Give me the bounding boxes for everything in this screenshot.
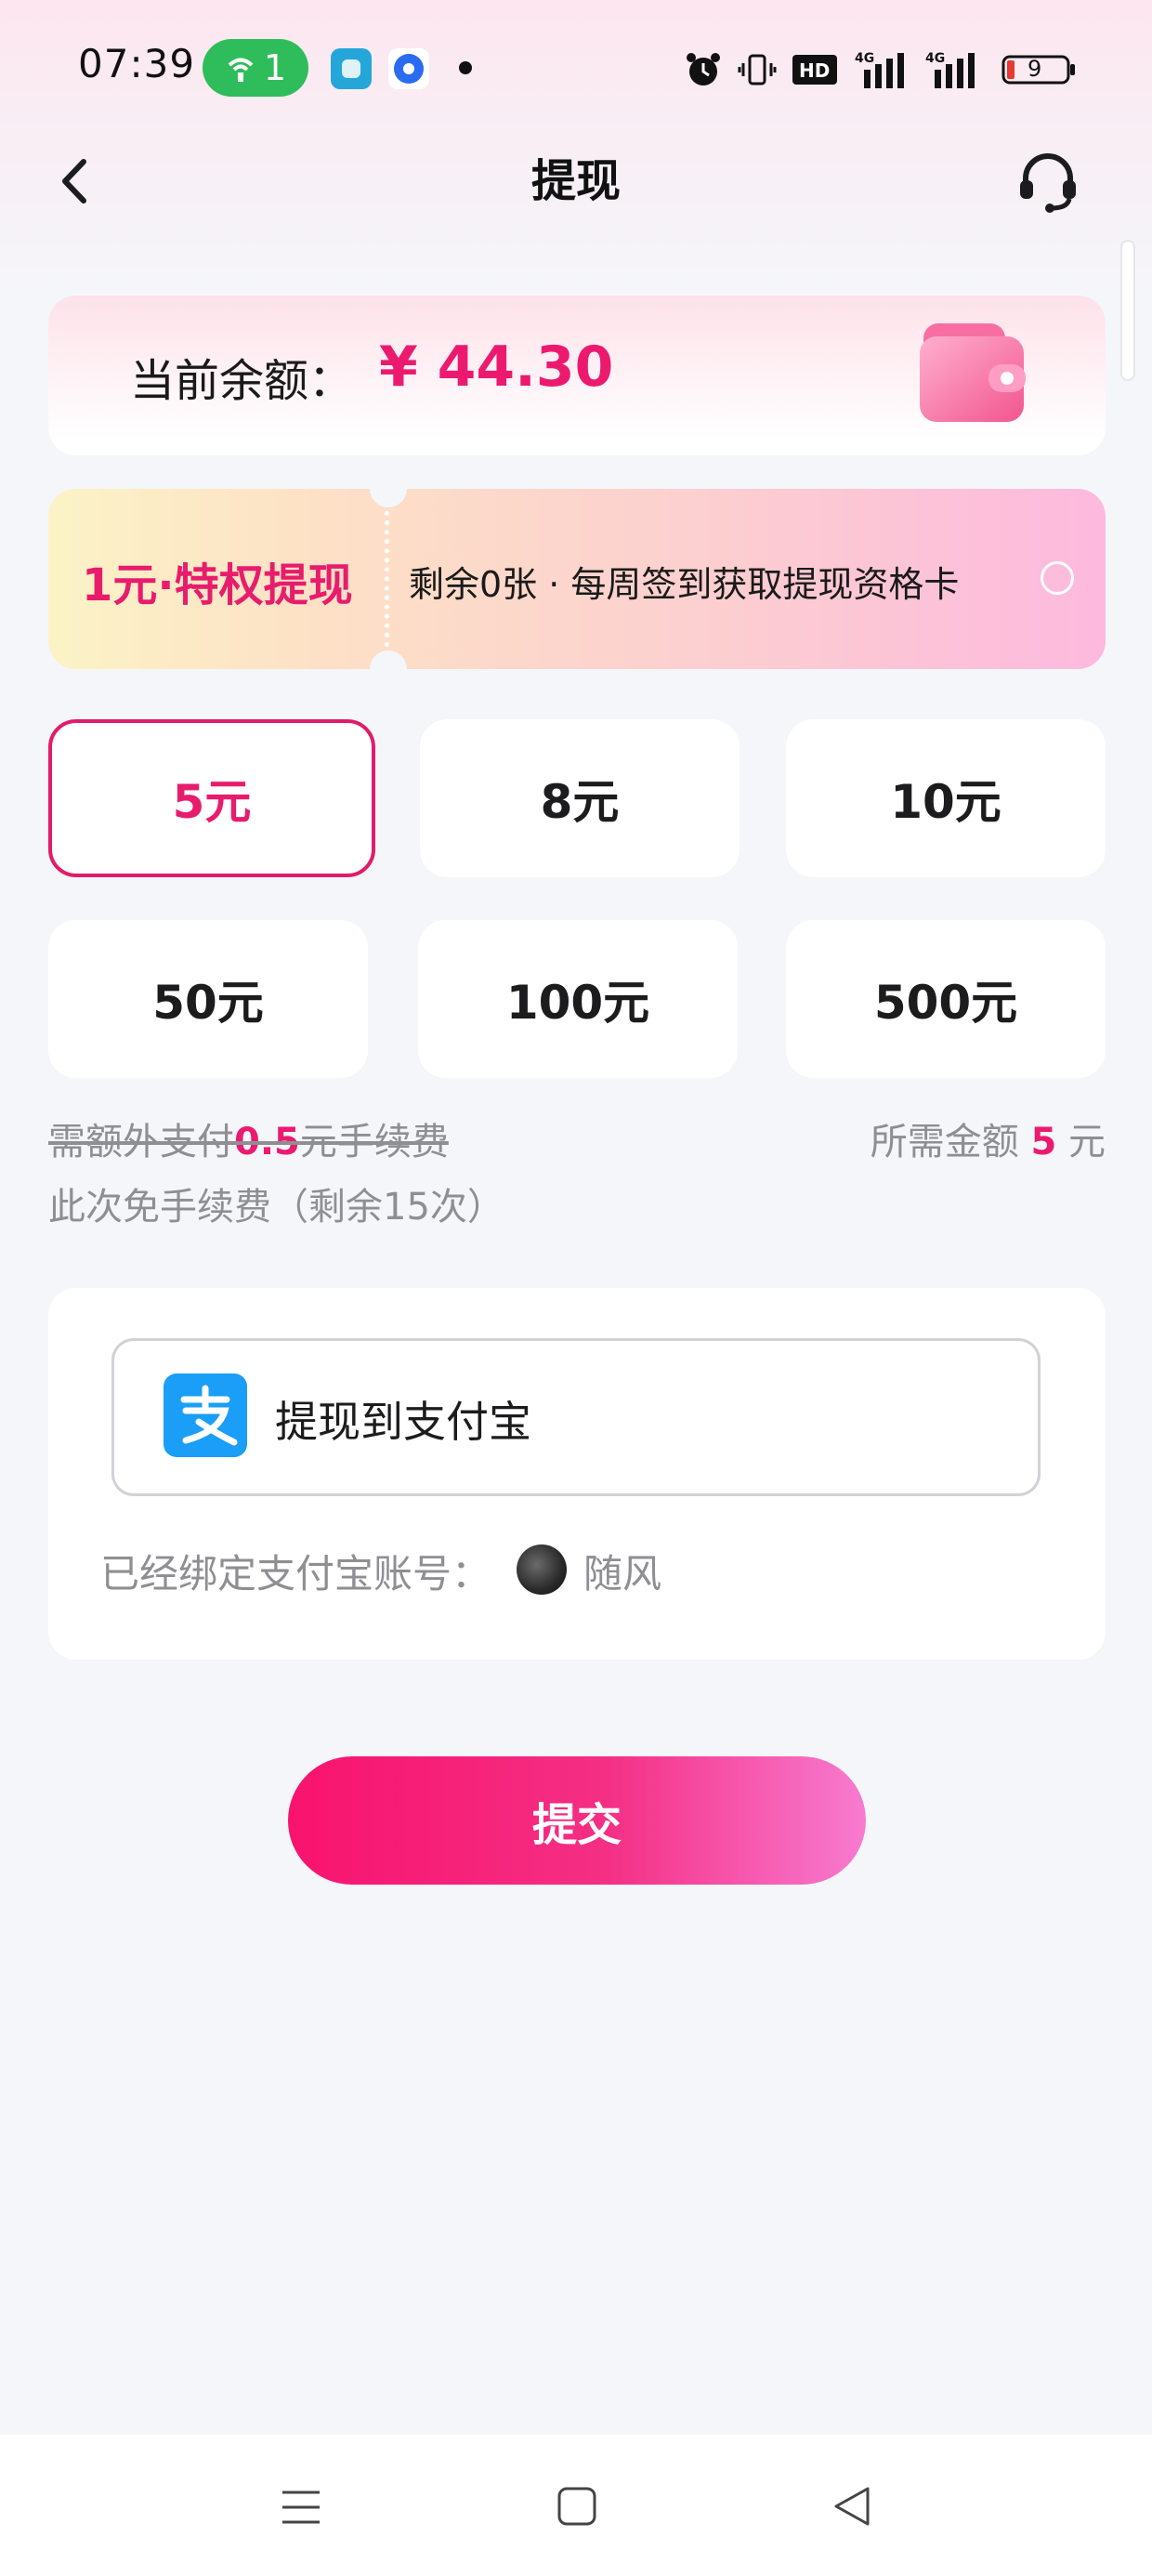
- required-amount-value: 5: [1030, 1121, 1057, 1163]
- account-name: 随风: [583, 1551, 662, 1597]
- extra-fee-value: 0.5: [234, 1121, 300, 1163]
- status-bar: 07:39 1 HD 4G 4G 9: [0, 0, 1152, 139]
- coupon-description: 剩余0张 · 每周签到获取提现资格卡: [409, 564, 960, 605]
- amount-option-100[interactable]: 100元: [418, 920, 738, 1078]
- alipay-method-label: 提现到支付宝: [275, 1397, 531, 1447]
- app-notification-icon: [331, 48, 372, 89]
- required-amount: 所需金额 5 元: [870, 1121, 1106, 1163]
- vibrate-icon: [736, 48, 779, 91]
- svg-text:4G: 4G: [925, 51, 945, 66]
- balance-amount: ¥ 44.30: [379, 335, 613, 400]
- signal-4g-icon-1: 4G: [855, 48, 914, 91]
- hotspot-indicator: 1: [203, 39, 308, 97]
- alipay-method-option[interactable]: [111, 1338, 1041, 1496]
- coupon-divider: [385, 511, 389, 647]
- hotspot-icon: [228, 58, 254, 82]
- bound-account-label: 已经绑定支付宝账号：: [100, 1551, 491, 1597]
- battery-icon: 9: [1001, 48, 1078, 91]
- system-navigation-bar: [0, 2435, 1152, 2576]
- menu-icon[interactable]: [279, 2485, 323, 2530]
- signal-4g-icon-2: 4G: [925, 48, 985, 91]
- avatar: [517, 1544, 567, 1595]
- alipay-icon: [164, 1373, 247, 1457]
- svg-text:HD: HD: [799, 59, 830, 82]
- amount-option-50[interactable]: 50元: [48, 920, 368, 1078]
- alarm-icon: [682, 48, 725, 91]
- coupon-notch-bottom: [370, 651, 407, 688]
- amount-option-10[interactable]: 10元: [786, 719, 1106, 877]
- coupon-notch-top: [370, 470, 407, 507]
- hd-voice-icon: HD: [792, 48, 840, 91]
- submit-button[interactable]: 提交: [288, 1756, 866, 1885]
- svg-text:4G: 4G: [855, 51, 874, 66]
- customer-service-button[interactable]: [1015, 149, 1081, 214]
- page-title: 提现: [530, 155, 621, 207]
- hotspot-count: 1: [263, 47, 287, 88]
- scrollbar[interactable]: [1120, 240, 1135, 381]
- home-icon[interactable]: [556, 2485, 598, 2528]
- coupon-title: 1元·特权提现: [82, 559, 353, 611]
- amount-option-5[interactable]: 5元: [48, 719, 375, 877]
- free-fee-note: 此次免手续费（剩余15次）: [48, 1186, 504, 1229]
- amount-option-8[interactable]: 8元: [420, 719, 740, 877]
- browser-notification-icon: [388, 48, 429, 89]
- status-time: 07:39: [78, 41, 196, 86]
- amount-option-500[interactable]: 500元: [786, 920, 1106, 1078]
- balance-label: 当前余额：: [130, 355, 354, 407]
- battery-level: 9: [1028, 56, 1042, 82]
- coupon-radio[interactable]: [1041, 561, 1074, 595]
- headset-icon: [1020, 153, 1076, 213]
- extra-fee-note: 需额外支付0.5元手续费: [48, 1121, 449, 1163]
- more-notifications-dot: [459, 61, 472, 74]
- wallet-icon: [920, 323, 1028, 426]
- balance-value: 44.30: [437, 335, 614, 400]
- currency-symbol: ¥: [379, 335, 418, 400]
- back-triangle-icon[interactable]: [831, 2485, 873, 2528]
